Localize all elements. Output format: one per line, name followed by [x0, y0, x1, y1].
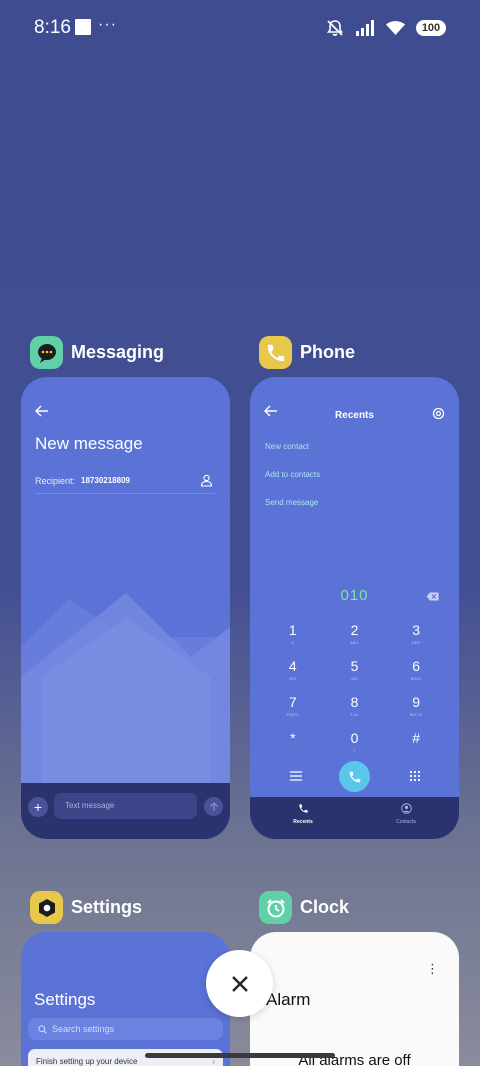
divider: [35, 493, 215, 494]
app-name-phone: Phone: [300, 342, 356, 362]
recipient-label: Recipient:: [35, 475, 76, 486]
status-bar: 8:16 ··· 100: [0, 0, 480, 56]
contact-person-icon: [200, 474, 213, 487]
option-new-contact[interactable]: New contact: [265, 442, 309, 451]
add-attachment-icon[interactable]: +: [28, 797, 48, 817]
app-header-settings[interactable]: Settings: [30, 891, 142, 924]
backspace-icon: [426, 592, 439, 601]
settings-search-input[interactable]: Search settings: [28, 1018, 223, 1040]
dialer-actions: [262, 761, 447, 793]
app-header-messaging[interactable]: Messaging: [30, 336, 164, 369]
compose-bar: + Text message: [21, 783, 230, 839]
search-placeholder: Search settings: [52, 1024, 115, 1034]
send-arrow-icon[interactable]: [204, 797, 223, 816]
recent-card-settings[interactable]: Settings Search settings Finish setting …: [21, 932, 230, 1066]
key-7[interactable]: 7 PQRS: [262, 694, 324, 723]
back-arrow-icon: [35, 405, 48, 417]
messaging-bubble-icon: [30, 336, 63, 369]
nav-recents-label: Recents: [293, 819, 313, 825]
key-2[interactable]: 2 ABC: [324, 622, 386, 651]
app-name-settings: Settings: [71, 897, 143, 917]
key-star[interactable]: *,: [262, 730, 324, 759]
nav-recents[interactable]: Recents: [268, 803, 338, 825]
phone-handset-icon: [259, 336, 292, 369]
square-notification-icon: [75, 19, 91, 35]
close-icon: [231, 975, 248, 992]
key-1[interactable]: 1 ∞: [262, 622, 324, 651]
mute-icon: [326, 20, 344, 36]
recent-card-phone[interactable]: Recents New contact Add to contacts Send…: [250, 377, 459, 839]
menu-icon[interactable]: [290, 771, 302, 781]
phone-handset-icon: [349, 771, 360, 782]
setup-banner-text: Finish setting up your device: [36, 1057, 138, 1066]
recent-card-messaging[interactable]: New message Recipient: 18730218809 + Tex…: [21, 377, 230, 839]
phone-handset-icon: [298, 804, 308, 813]
recents-title: Recents: [335, 410, 374, 421]
call-button[interactable]: [339, 761, 370, 792]
new-message-title: New message: [35, 434, 143, 453]
recent-card-clock[interactable]: ⋮ Alarm All alarms are off: [250, 932, 459, 1066]
key-9[interactable]: 9 WXYZ: [385, 694, 447, 723]
battery-icon: 100: [416, 20, 446, 36]
key-0[interactable]: 0 +: [324, 730, 386, 759]
recipient-row: Recipient: 18730218809: [35, 474, 213, 487]
wifi-icon: [386, 21, 405, 35]
app-header-clock[interactable]: Clock: [259, 891, 349, 924]
key-4[interactable]: 4 GHI: [262, 658, 324, 687]
nav-contacts[interactable]: Contacts: [371, 803, 441, 825]
status-time: 8:16: [34, 17, 71, 38]
key-5[interactable]: 5 JKL: [324, 658, 386, 687]
dial-keypad: 1 ∞ 2 ABC 3 DEF 4 GHI 5 JKL 6 MNO 7 PQRS 8 TUV 9…: [262, 622, 447, 759]
more-notifications-icon: ···: [98, 16, 117, 33]
app-name-messaging: Messaging: [71, 342, 165, 362]
home-indicator[interactable]: [145, 1053, 335, 1058]
mountains-illustration: [21, 593, 230, 783]
option-send-message[interactable]: Send message: [265, 498, 318, 507]
signal-icon: [356, 20, 374, 36]
recipient-value: 18730218809: [81, 476, 130, 485]
contacts-person-icon: [400, 803, 412, 814]
text-message-input[interactable]: Text message: [54, 793, 197, 819]
app-name-clock: Clock: [300, 897, 350, 917]
chevron-right-icon: ›: [212, 1057, 215, 1066]
close-all-button[interactable]: [206, 950, 273, 1017]
settings-title: Settings: [34, 990, 96, 1009]
settings-gear-icon: [30, 891, 63, 924]
search-icon: [38, 1024, 47, 1034]
key-hash[interactable]: #;: [385, 730, 447, 759]
keypad-grid-icon[interactable]: [409, 770, 421, 782]
app-header-phone[interactable]: Phone: [259, 336, 355, 369]
option-add-to-contacts[interactable]: Add to contacts: [265, 470, 320, 479]
more-options-icon: ⋮: [426, 961, 439, 976]
key-3[interactable]: 3 DEF: [385, 622, 447, 651]
alarm-title: Alarm: [266, 990, 311, 1009]
key-6[interactable]: 6 MNO: [385, 658, 447, 687]
key-8[interactable]: 8 TUV: [324, 694, 386, 723]
phone-bottom-nav: Recents Contacts: [250, 797, 459, 839]
settings-gear-icon: [432, 407, 445, 420]
alarm-clock-icon: [259, 891, 292, 924]
nav-contacts-label: Contacts: [396, 819, 416, 825]
